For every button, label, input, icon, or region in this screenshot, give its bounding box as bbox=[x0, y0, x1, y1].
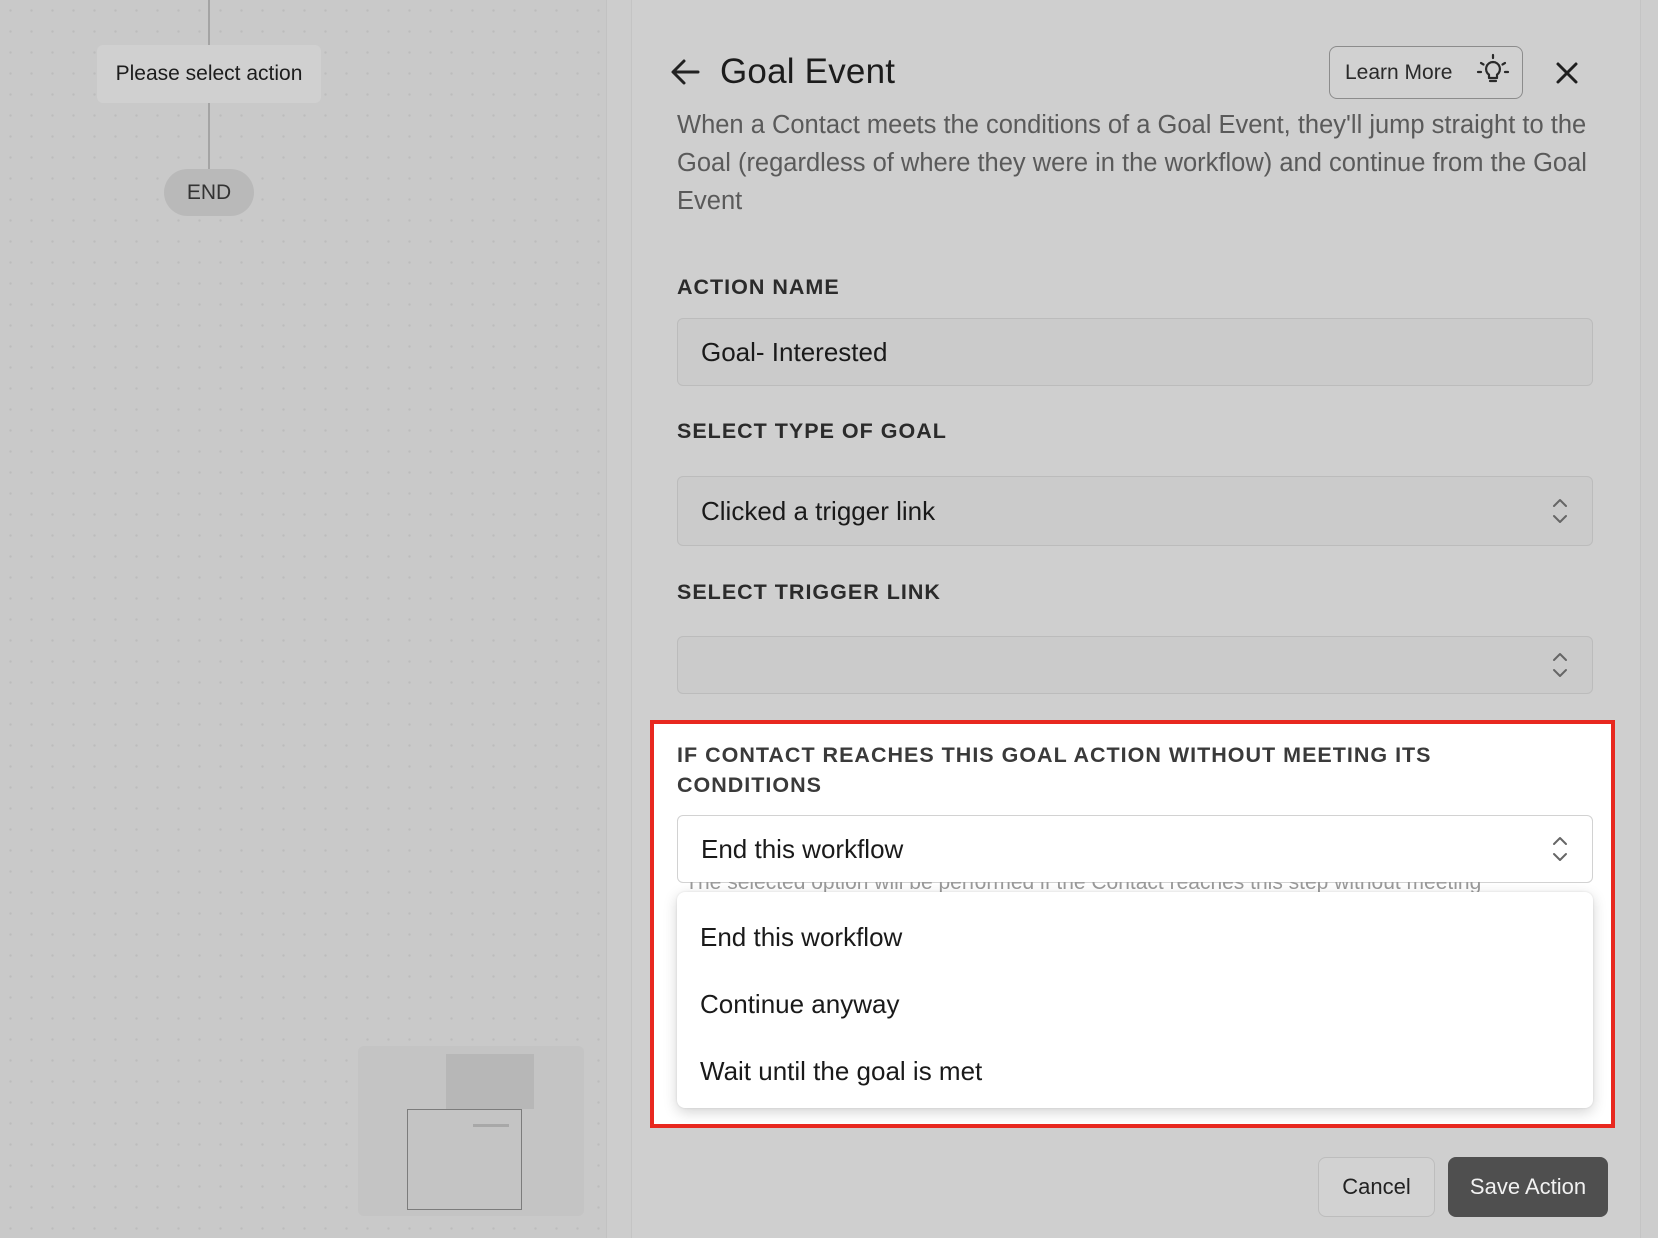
sort-chevrons-icon bbox=[1553, 499, 1567, 523]
close-icon[interactable] bbox=[1550, 56, 1584, 90]
back-arrow-icon[interactable] bbox=[668, 52, 702, 92]
cancel-button[interactable]: Cancel bbox=[1318, 1157, 1435, 1217]
end-node: END bbox=[164, 169, 254, 216]
action-node[interactable]: Please select action bbox=[97, 45, 321, 103]
learn-more-button[interactable]: Learn More bbox=[1329, 46, 1523, 99]
goal-event-panel: Goal Event Learn More When a Contact mee… bbox=[631, 0, 1641, 1238]
minimap-node bbox=[473, 1124, 509, 1127]
action-name-input[interactable]: Goal- Interested bbox=[677, 318, 1593, 386]
sort-chevrons-icon bbox=[1553, 653, 1567, 677]
trigger-link-select[interactable] bbox=[677, 636, 1593, 694]
connector-line bbox=[208, 103, 210, 169]
panel-description: When a Contact meets the conditions of a… bbox=[677, 111, 1587, 215]
workflow-canvas[interactable]: Please select action END bbox=[0, 0, 607, 1238]
highlight-annotation bbox=[650, 720, 1615, 1128]
learn-more-label: Learn More bbox=[1345, 60, 1453, 84]
minimap[interactable] bbox=[358, 1046, 584, 1216]
minimap-node bbox=[446, 1054, 534, 1109]
action-name-label: ACTION NAME bbox=[677, 275, 840, 299]
goal-type-value: Clicked a trigger link bbox=[701, 495, 936, 526]
goal-type-label: SELECT TYPE OF GOAL bbox=[677, 419, 947, 443]
action-name-value: Goal- Interested bbox=[701, 336, 888, 367]
goal-type-select[interactable]: Clicked a trigger link bbox=[677, 476, 1593, 546]
panel-title: Goal Event bbox=[720, 52, 896, 91]
lightbulb-icon bbox=[1476, 53, 1510, 93]
connector-line bbox=[208, 0, 210, 45]
trigger-link-label: SELECT TRIGGER LINK bbox=[677, 580, 941, 604]
save-action-button[interactable]: Save Action bbox=[1448, 1157, 1608, 1217]
